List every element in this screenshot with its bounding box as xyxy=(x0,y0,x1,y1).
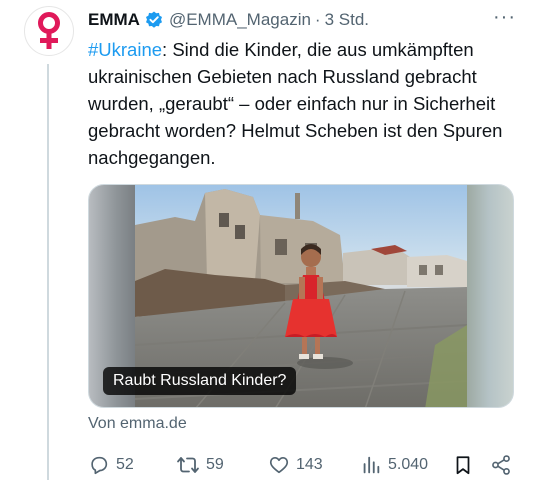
reply-button[interactable]: 52 xyxy=(88,454,134,476)
link-card[interactable]: Raubt Russland Kinder? xyxy=(88,184,514,408)
retweet-button[interactable]: 59 xyxy=(176,454,224,476)
verified-badge-icon xyxy=(144,10,164,30)
like-button[interactable]: 143 xyxy=(268,454,323,476)
more-options-icon[interactable]: ··· xyxy=(493,7,516,27)
views-button[interactable]: 5.040 xyxy=(360,454,428,476)
share-icon xyxy=(492,455,510,475)
views-count: 5.040 xyxy=(388,456,429,473)
bookmark-icon xyxy=(456,456,470,475)
author-name[interactable]: EMMA xyxy=(88,10,140,30)
thread-line xyxy=(47,64,49,480)
like-count: 143 xyxy=(296,456,323,473)
reply-count: 52 xyxy=(116,456,134,473)
heart-icon xyxy=(269,457,289,474)
avatar[interactable] xyxy=(24,6,74,56)
retweet-count: 59 xyxy=(206,456,224,473)
action-bar: 52 59 143 5.040 xyxy=(88,452,514,478)
bookmark-button[interactable] xyxy=(452,454,474,476)
card-blur-right xyxy=(465,185,513,407)
author-handle[interactable]: @EMMA_Magazin xyxy=(169,10,311,30)
separator-dot: · xyxy=(314,10,321,29)
tweet-text: #Ukraine: Sind die Kinder, die aus umkäm… xyxy=(88,36,518,171)
timestamp[interactable]: 3 Std. xyxy=(325,10,369,30)
venus-symbol-icon xyxy=(38,12,60,49)
tweet-header: EMMA @EMMA_Magazin · 3 Std. ··· xyxy=(88,7,516,32)
reply-icon xyxy=(91,456,108,475)
hashtag-link[interactable]: #Ukraine xyxy=(88,39,162,60)
card-title: Raubt Russland Kinder? xyxy=(103,367,297,395)
retweet-icon xyxy=(177,457,199,473)
views-icon xyxy=(363,456,380,474)
card-source[interactable]: Von emma.de xyxy=(88,415,187,433)
share-button[interactable] xyxy=(490,454,512,476)
